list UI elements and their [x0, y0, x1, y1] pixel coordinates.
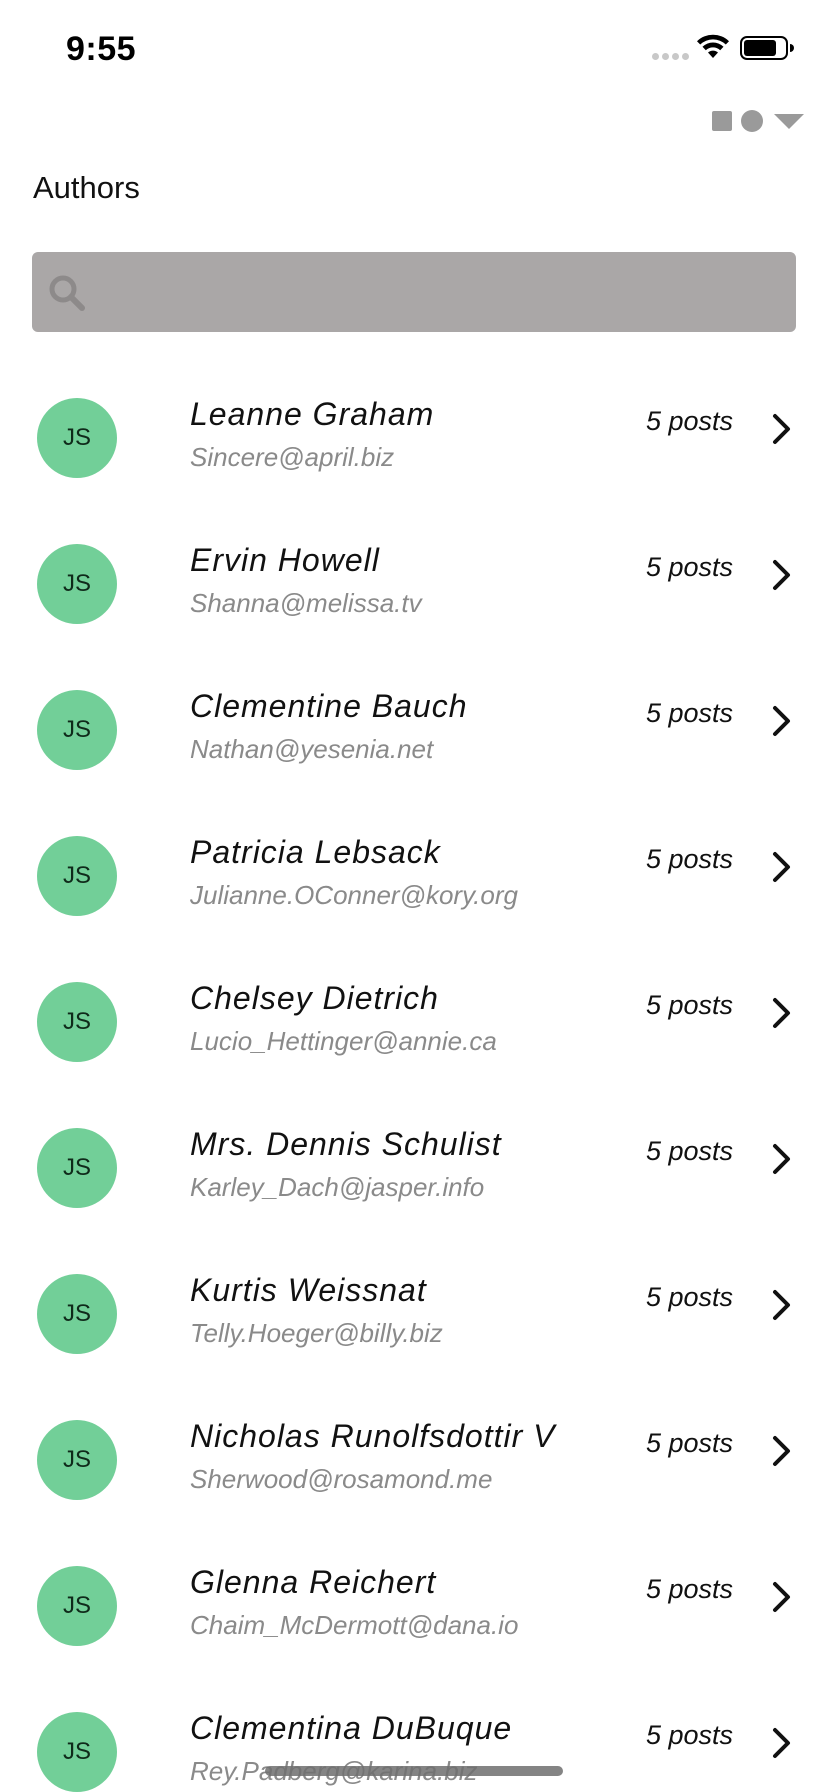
author-email: Sherwood@rosamond.me [190, 1464, 493, 1494]
author-name: Mrs. Dennis Schulist [190, 1126, 502, 1162]
author-name: Leanne Graham [190, 396, 435, 432]
post-count: 5 posts [645, 844, 733, 874]
chevron-right-icon[interactable] [771, 1581, 793, 1613]
cellular-signal-icon [652, 53, 689, 60]
avatar: JS [37, 1274, 117, 1354]
chevron-right-icon[interactable] [771, 1289, 793, 1321]
search-icon [49, 275, 85, 311]
author-row[interactable]: JS Kurtis Weissnat Telly.Hoeger@billy.bi… [0, 1240, 828, 1386]
author-name: Clementine Bauch [190, 688, 468, 724]
chevron-right-icon[interactable] [771, 559, 793, 591]
author-row[interactable]: JS Ervin Howell Shanna@melissa.tv 5 post… [0, 510, 828, 656]
wifi-icon [697, 34, 729, 58]
post-count: 5 posts [645, 1428, 733, 1458]
author-email: Nathan@yesenia.net [190, 734, 434, 764]
inspector-overlay[interactable] [712, 110, 804, 132]
author-name: Glenna Reichert [190, 1564, 437, 1600]
post-count: 5 posts [645, 552, 733, 582]
page-title: Authors [33, 170, 140, 205]
author-row[interactable]: JS Chelsey Dietrich Lucio_Hettinger@anni… [0, 948, 828, 1094]
author-name: Clementina DuBuque [190, 1710, 513, 1746]
author-email: Lucio_Hettinger@annie.ca [190, 1026, 497, 1056]
status-bar: 9:55 [0, 0, 828, 100]
avatar: JS [37, 836, 117, 916]
author-row[interactable]: JS Glenna Reichert Chaim_McDermott@dana.… [0, 1532, 828, 1678]
author-row[interactable]: JS Leanne Graham Sincere@april.biz 5 pos… [0, 364, 828, 510]
chevron-right-icon[interactable] [771, 1435, 793, 1467]
author-email: Julianne.OConner@kory.org [190, 880, 518, 910]
author-name: Ervin Howell [190, 542, 380, 578]
chevron-right-icon[interactable] [771, 705, 793, 737]
chevron-right-icon[interactable] [771, 1727, 793, 1759]
post-count: 5 posts [645, 1136, 733, 1166]
search-bar[interactable] [32, 252, 796, 334]
author-row[interactable]: JS Patricia Lebsack Julianne.OConner@kor… [0, 802, 828, 948]
avatar: JS [37, 398, 117, 478]
chevron-right-icon[interactable] [771, 997, 793, 1029]
post-count: 5 posts [645, 1720, 733, 1750]
author-row[interactable]: JS Clementine Bauch Nathan@yesenia.net 5… [0, 656, 828, 802]
avatar: JS [37, 1420, 117, 1500]
authors-screen: 9:55 Authors JS Leanne Graham Sincere@ap… [0, 0, 828, 1792]
avatar: JS [37, 1712, 117, 1792]
post-count: 5 posts [645, 990, 733, 1020]
chevron-right-icon[interactable] [771, 1143, 793, 1175]
avatar: JS [37, 1566, 117, 1646]
author-name: Nicholas Runolfsdottir V [190, 1418, 556, 1454]
search-input[interactable] [102, 252, 784, 334]
post-count: 5 posts [645, 1282, 733, 1312]
author-email: Chaim_McDermott@dana.io [190, 1610, 519, 1640]
chevron-right-icon[interactable] [771, 851, 793, 883]
avatar: JS [37, 690, 117, 770]
author-name: Chelsey Dietrich [190, 980, 439, 1016]
author-name: Kurtis Weissnat [190, 1272, 427, 1308]
author-email: Shanna@melissa.tv [190, 588, 422, 618]
avatar: JS [37, 1128, 117, 1208]
battery-icon [740, 36, 794, 60]
square-icon[interactable] [712, 111, 732, 131]
author-email: Sincere@april.biz [190, 442, 395, 472]
author-email: Telly.Hoeger@billy.biz [190, 1318, 443, 1348]
avatar: JS [37, 982, 117, 1062]
author-list: JS Leanne Graham Sincere@april.biz 5 pos… [0, 364, 828, 1792]
home-indicator[interactable] [265, 1766, 563, 1776]
post-count: 5 posts [645, 1574, 733, 1604]
triangle-down-icon[interactable] [774, 113, 804, 129]
author-name: Patricia Lebsack [190, 834, 441, 870]
author-row[interactable]: JS Mrs. Dennis Schulist Karley_Dach@jasp… [0, 1094, 828, 1240]
chevron-right-icon[interactable] [771, 413, 793, 445]
status-time: 9:55 [66, 30, 137, 68]
avatar: JS [37, 544, 117, 624]
circle-icon[interactable] [741, 110, 763, 132]
author-email: Karley_Dach@jasper.info [190, 1172, 485, 1202]
author-row[interactable]: JS Nicholas Runolfsdottir V Sherwood@ros… [0, 1386, 828, 1532]
post-count: 5 posts [645, 698, 733, 728]
post-count: 5 posts [645, 406, 733, 436]
